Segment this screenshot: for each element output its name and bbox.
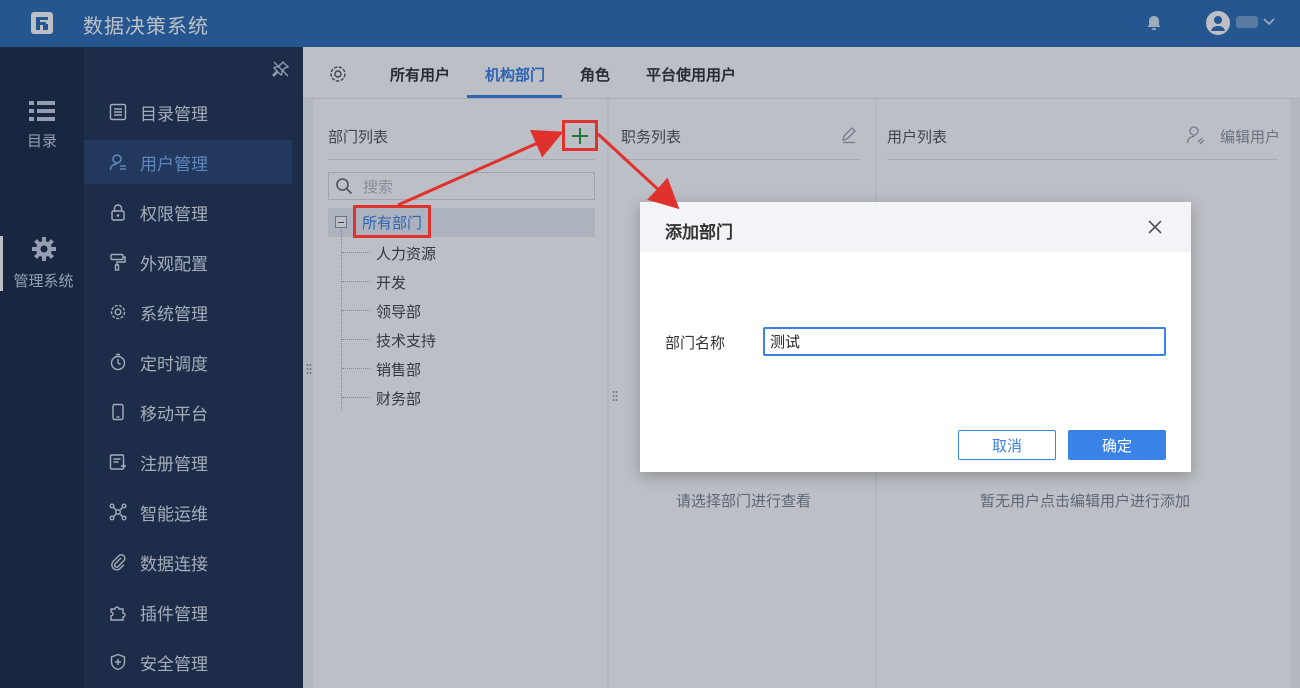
highlight-box-root [353,205,431,238]
department-name-label: 部门名称 [665,335,726,352]
add-department-dialog: 添加部门 部门名称 取消 确定 [640,202,1191,472]
close-icon[interactable] [1146,218,1164,236]
highlight-box-add [562,120,598,151]
department-name-input[interactable] [763,327,1166,356]
cancel-button[interactable]: 取消 [958,430,1056,460]
confirm-button[interactable]: 确定 [1068,430,1166,460]
dialog-title: 添加部门 [665,223,733,242]
